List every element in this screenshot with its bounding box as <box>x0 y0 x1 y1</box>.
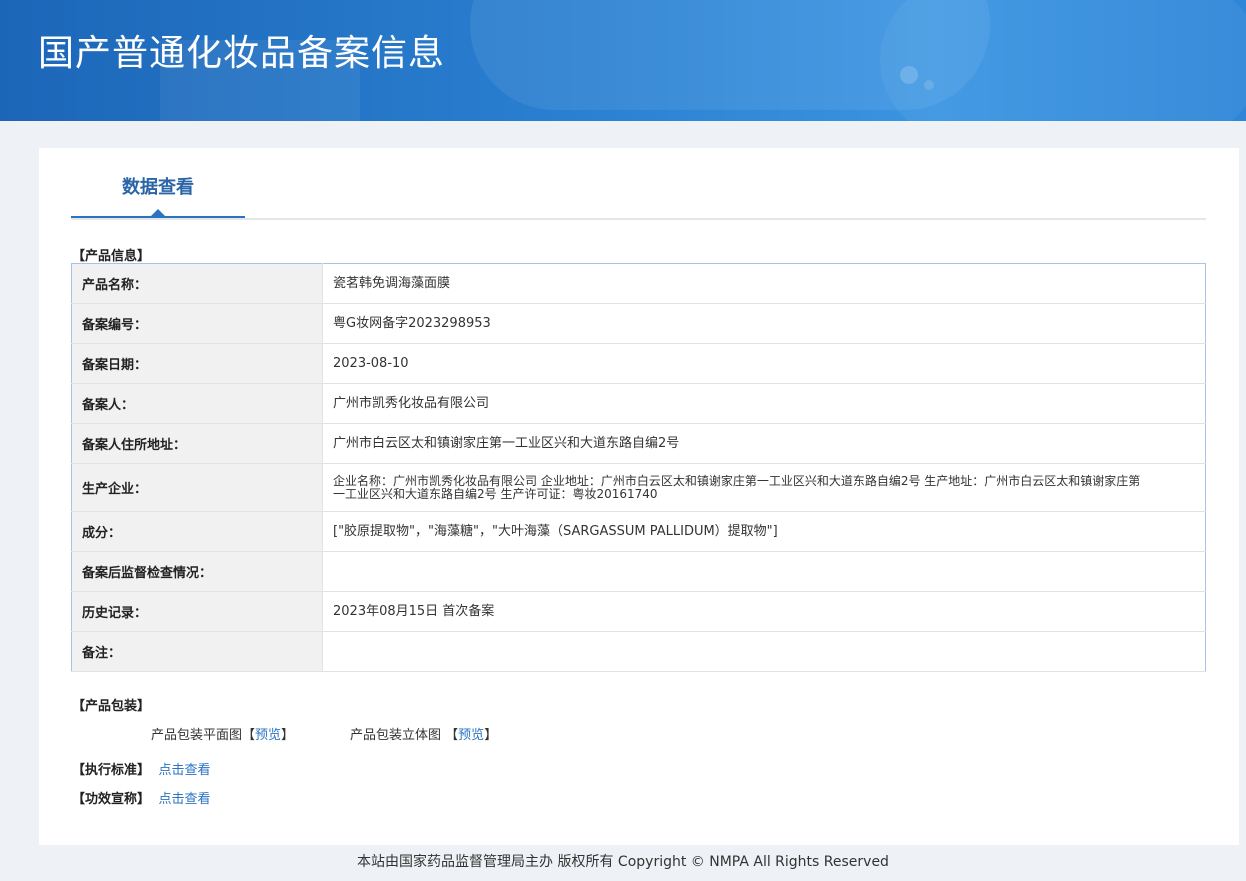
table-row: 产品名称： 瓷茗韩免调海藻面膜 <box>71 263 1206 304</box>
table-row: 备案后监督检查情况： <box>71 551 1206 592</box>
bracket-close: 】 <box>281 728 295 743</box>
row-value: 瓷茗韩免调海藻面膜 <box>322 263 1206 304</box>
row-value: 广州市凯秀化妆品有限公司 <box>322 383 1206 424</box>
banner-decoration <box>924 80 934 90</box>
row-value: 粤G妆网备字2023298953 <box>322 303 1206 344</box>
header-banner: 国产普通化妆品备案信息 <box>0 0 1246 121</box>
section-title-packaging: 【产品包装】 <box>72 699 151 714</box>
footer-copyright: 本站由国家药品监督管理局主办 版权所有 Copyright © NMPA All… <box>357 854 889 870</box>
bracket-open: 【 <box>445 728 459 743</box>
row-label: 生产企业： <box>71 463 323 512</box>
packaging-3d-item: 产品包装立体图 【预览】 <box>350 724 497 743</box>
product-info-table: 产品名称： 瓷茗韩免调海藻面膜 备案编号： 粤G妆网备字2023298953 备… <box>71 263 1206 672</box>
efficacy-view-link[interactable]: 点击查看 <box>159 792 211 807</box>
tab-data-view[interactable]: 数据查看 <box>71 148 245 218</box>
row-value: 2023-08-10 <box>322 343 1206 384</box>
table-row: 备注： <box>71 631 1206 672</box>
banner-decoration <box>880 0 1246 121</box>
packaging-flat-item: 产品包装平面图【预览】 <box>151 724 294 743</box>
row-label: 备案日期： <box>71 343 323 384</box>
table-row: 备案日期： 2023-08-10 <box>71 343 1206 384</box>
row-label: 备案人住所地址： <box>71 423 323 464</box>
tab-indicator-caret <box>151 209 165 216</box>
tab-bar: 数据查看 <box>71 148 1206 220</box>
row-value <box>322 631 1206 672</box>
section-title-standard: 【执行标准】 <box>72 763 151 778</box>
row-label: 备案后监督检查情况： <box>71 551 323 592</box>
packaging-flat-label: 产品包装平面图 <box>151 728 243 743</box>
row-value <box>322 551 1206 592</box>
section-title-efficacy: 【功效宣称】 <box>72 792 151 807</box>
standard-row: 【执行标准】 点击查看 <box>72 759 211 778</box>
tab-label: 数据查看 <box>122 177 194 198</box>
section-title-product-info: 【产品信息】 <box>72 249 151 264</box>
table-row: 备案人住所地址： 广州市白云区太和镇谢家庄第一工业区兴和大道东路自编2号 <box>71 423 1206 464</box>
content-card: 数据查看 【产品信息】 产品名称： 瓷茗韩免调海藻面膜 备案编号： 粤G妆网备字… <box>39 148 1239 845</box>
efficacy-row: 【功效宣称】 点击查看 <box>72 788 211 807</box>
row-label: 备案编号： <box>71 303 323 344</box>
banner-decoration <box>900 66 918 84</box>
table-row: 备案人： 广州市凯秀化妆品有限公司 <box>71 383 1206 424</box>
row-value: 2023年08月15日 首次备案 <box>322 591 1206 632</box>
packaging-3d-label: 产品包装立体图 <box>350 728 442 743</box>
preview-3d-link[interactable]: 预览 <box>458 728 484 743</box>
row-label: 产品名称： <box>71 263 323 304</box>
row-label: 备案人： <box>71 383 323 424</box>
bracket-open: 【 <box>242 728 256 743</box>
row-value: 企业名称：广州市凯秀化妆品有限公司 企业地址：广州市白云区太和镇谢家庄第一工业区… <box>322 463 1206 512</box>
row-value: 广州市白云区太和镇谢家庄第一工业区兴和大道东路自编2号 <box>322 423 1206 464</box>
table-row: 备案编号： 粤G妆网备字2023298953 <box>71 303 1206 344</box>
row-label: 备注： <box>71 631 323 672</box>
standard-view-link[interactable]: 点击查看 <box>159 763 211 778</box>
table-row: 成分： ["胶原提取物"，"海藻糖"，"大叶海藻（SARGASSUM PALLI… <box>71 511 1206 552</box>
page-title: 国产普通化妆品备案信息 <box>38 33 446 74</box>
bracket-close: 】 <box>484 728 498 743</box>
row-value: ["胶原提取物"，"海藻糖"，"大叶海藻（SARGASSUM PALLIDUM）… <box>322 511 1206 552</box>
row-label: 成分： <box>71 511 323 552</box>
preview-flat-link[interactable]: 预览 <box>255 728 281 743</box>
table-row: 生产企业： 企业名称：广州市凯秀化妆品有限公司 企业地址：广州市白云区太和镇谢家… <box>71 463 1206 512</box>
row-label: 历史记录： <box>71 591 323 632</box>
table-row: 历史记录： 2023年08月15日 首次备案 <box>71 591 1206 632</box>
